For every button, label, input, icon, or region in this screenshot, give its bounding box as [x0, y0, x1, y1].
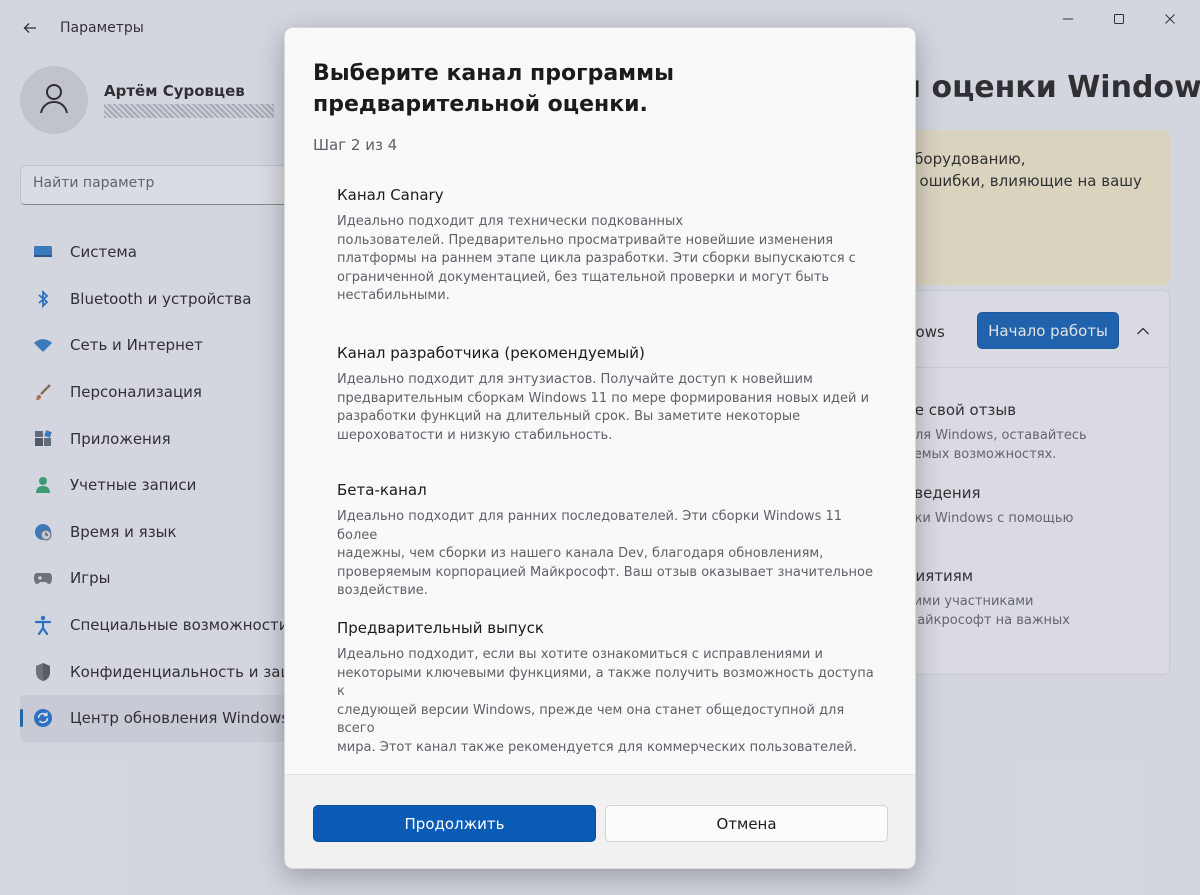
- channel-description-line: воздействие.: [337, 583, 428, 598]
- channel-description-line: некоторыми ключевыми функциями, а также …: [337, 665, 874, 700]
- cancel-button[interactable]: Отмена: [605, 805, 888, 842]
- channel-description-line: мира. Этот канал также рекомендуется для…: [337, 739, 857, 755]
- channel-description-line: Идеально подходит для технически подкова…: [337, 214, 684, 229]
- dialog-footer: Продолжить Отмена: [285, 774, 915, 868]
- channel-description: Идеально подходит, если вы хотите ознако…: [337, 646, 877, 757]
- channel-description-line: следующей версии Windows, прежде чем она…: [337, 702, 845, 737]
- channel-description: Идеально подходит для энтузиастов. Получ…: [337, 371, 877, 445]
- channel-description-line: разработки функций на длительный срок. В…: [337, 409, 801, 424]
- channel-description-line: пользователей. Предварительно просматрив…: [337, 232, 834, 248]
- channel-description-line: проверяемым корпорацией Майкрософт. Ваш …: [337, 564, 873, 580]
- channel-option[interactable]: Канал разработчика (рекомендуемый) Идеаль…: [337, 344, 877, 445]
- channel-title: Канал Canary: [337, 186, 444, 204]
- channel-description-line: надежны, чем сборки из нашего канала Dev…: [337, 546, 824, 561]
- channel-title: Канал разработчика (рекомендуемый): [337, 344, 645, 362]
- channel-description-line: предварительным сборкам Windows 11 по ме…: [337, 390, 870, 406]
- channel-description-line: шероховатости и низкую стабильность.: [337, 427, 613, 443]
- channel-title: Предварительный выпуск: [337, 619, 544, 637]
- channel-title: Бета-канал: [337, 481, 427, 499]
- channel-description-line: Идеально подходит для ранних последовате…: [337, 509, 843, 543]
- channel-option[interactable]: Канал Canary Идеально подходит для технич…: [337, 186, 877, 306]
- insider-channel-dialog: Выберите канал программы предварительной…: [284, 27, 916, 869]
- dialog-step: Шаг 2 из 4: [313, 136, 398, 154]
- channel-option[interactable]: Бета-канал Идеально подходит для ранних п…: [337, 481, 877, 601]
- dialog-title: Выберите канал программы предварительной…: [313, 61, 675, 117]
- channel-description-line: платформы на раннем этапе цикла разработ…: [337, 251, 856, 266]
- channel-description-line: нестабильными.: [337, 288, 450, 303]
- channel-description-line: Идеально подходит для энтузиастов. Получ…: [337, 372, 813, 387]
- channel-description-line: ограниченной документацией, без тщательн…: [337, 269, 830, 285]
- continue-button[interactable]: Продолжить: [313, 805, 596, 842]
- channel-description-line: Идеально подходит, если вы хотите ознако…: [337, 647, 823, 662]
- channel-description: Идеально подходит для ранних последовате…: [337, 508, 877, 601]
- channel-option[interactable]: Предварительный выпуск Идеально подходит,…: [337, 619, 877, 757]
- channel-description: Идеально подходит для технически подкова…: [337, 213, 877, 306]
